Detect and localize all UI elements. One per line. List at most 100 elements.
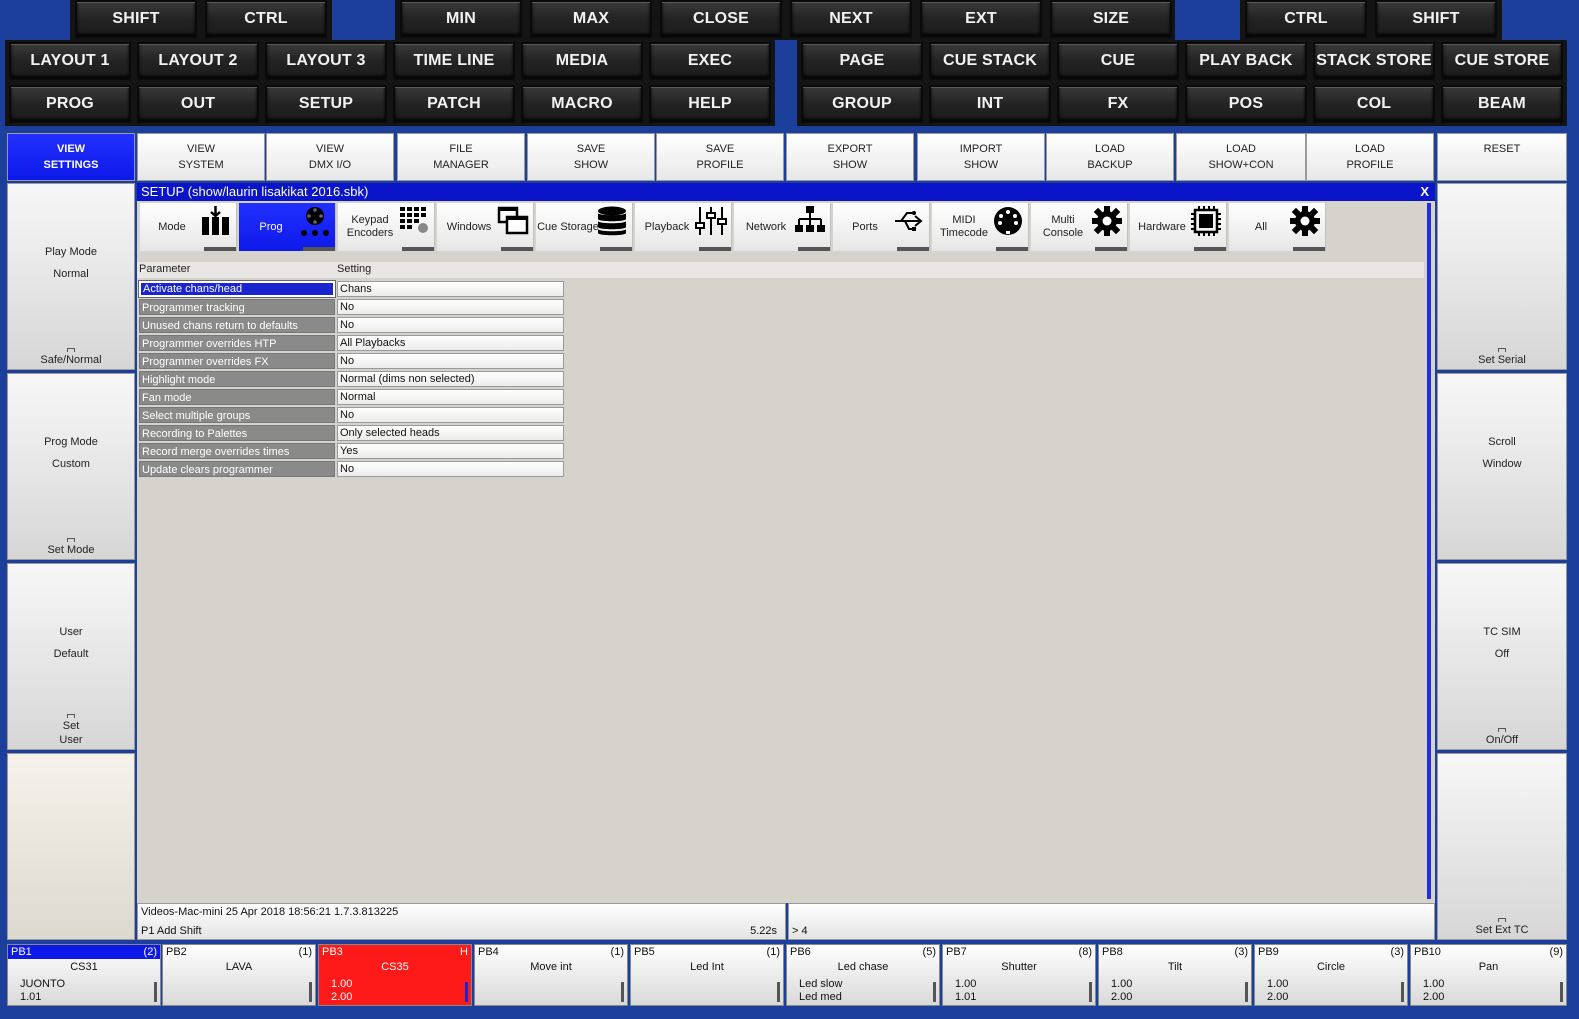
key-layout-3[interactable]: LAYOUT 3 — [265, 42, 387, 80]
playback-4[interactable]: PB4 (1) Move int — [474, 944, 628, 1006]
parameter-cell[interactable]: Record merge overrides times — [139, 443, 335, 459]
setting-value[interactable]: No — [337, 353, 564, 369]
softkey-save-profile[interactable]: SAVE PROFILE — [656, 133, 784, 181]
playback-5[interactable]: PB5 (1) Led Int — [630, 944, 784, 1006]
key-next[interactable]: NEXT — [790, 0, 912, 38]
key-shift-left[interactable]: SHIFT — [75, 0, 197, 38]
key-play-back[interactable]: PLAY BACK — [1185, 42, 1307, 80]
softkey-view-settings[interactable]: VIEW SETTINGS — [7, 133, 135, 181]
key-cue-stack[interactable]: CUE STACK — [929, 42, 1051, 80]
setting-value[interactable]: Chans — [337, 281, 564, 297]
setting-value[interactable]: Yes — [337, 443, 564, 459]
scroll-window-panel[interactable]: Scroll Window — [1437, 373, 1567, 560]
key-prog[interactable]: PROG — [9, 85, 131, 123]
softkey-reset[interactable]: RESET — [1437, 133, 1567, 181]
key-time-line[interactable]: TIME LINE — [393, 42, 515, 80]
setting-value[interactable]: Normal (dims non selected) — [337, 371, 564, 387]
setting-value[interactable]: No — [337, 407, 564, 423]
key-fx[interactable]: FX — [1057, 85, 1179, 123]
key-out[interactable]: OUT — [137, 85, 259, 123]
key-pos[interactable]: POS — [1185, 85, 1307, 123]
softkey-load-show-con[interactable]: LOAD SHOW+CON — [1176, 133, 1306, 181]
playback-9[interactable]: PB9 (3) Circle 1.00 2.00 — [1254, 944, 1408, 1006]
key-max[interactable]: MAX — [530, 0, 652, 38]
key-min[interactable]: MIN — [400, 0, 522, 38]
command-line[interactable]: > 4 — [788, 903, 1435, 940]
key-ctrl-right[interactable]: CTRL — [1245, 0, 1367, 38]
parameter-cell[interactable]: Unused chans return to defaults — [139, 317, 335, 333]
key-cue-store[interactable]: CUE STORE — [1441, 42, 1563, 80]
tab-multi-console[interactable]: Multi Console — [1031, 203, 1128, 251]
tab-hardware[interactable]: Hardware — [1130, 203, 1227, 251]
tab-cue-storage[interactable]: Cue Storage — [536, 203, 633, 251]
key-layout-1[interactable]: LAYOUT 1 — [9, 42, 131, 80]
key-beam[interactable]: BEAM — [1441, 85, 1563, 123]
close-icon[interactable]: X — [1420, 183, 1429, 201]
tab-midi-timecode[interactable]: MIDI Timecode — [932, 203, 1029, 251]
playback-1[interactable]: PB1 (2) CS31 JUONTO 1.01 — [7, 944, 161, 1006]
parameter-cell[interactable]: Programmer overrides FX — [139, 353, 335, 369]
parameter-cell[interactable]: Recording to Palettes — [139, 425, 335, 441]
key-size[interactable]: SIZE — [1050, 0, 1172, 38]
key-ctrl-left[interactable]: CTRL — [205, 0, 327, 38]
setting-value[interactable]: No — [337, 317, 564, 333]
tab-ports[interactable]: Ports — [833, 203, 930, 251]
serial-panel[interactable]: Set Serial — [1437, 183, 1567, 370]
play-mode-panel[interactable]: Play Mode Normal Safe/Normal — [7, 183, 135, 370]
softkey-save-show[interactable]: SAVE SHOW — [527, 133, 655, 181]
playback-2[interactable]: PB2 (1) LAVA — [162, 944, 316, 1006]
setting-value[interactable]: No — [337, 299, 564, 315]
setting-value[interactable]: Normal — [337, 389, 564, 405]
softkey-file-manager[interactable]: FILE MANAGER — [397, 133, 525, 181]
setting-value[interactable]: Only selected heads — [337, 425, 564, 441]
playback-3[interactable]: PB3 H CS35 1.00 2.00 — [318, 944, 472, 1006]
key-setup[interactable]: SETUP — [265, 85, 387, 123]
key-stack-store[interactable]: STACK STORE — [1313, 42, 1435, 80]
tc-sim-panel[interactable]: TC SIM Off On/Off — [1437, 563, 1567, 750]
softkey-view-system[interactable]: VIEW SYSTEM — [137, 133, 265, 181]
parameter-cell[interactable]: Programmer tracking — [139, 299, 335, 315]
key-page[interactable]: PAGE — [801, 42, 923, 80]
tab-mode[interactable]: Mode — [140, 203, 237, 251]
softkey-export-show[interactable]: EXPORT SHOW — [786, 133, 914, 181]
key-exec[interactable]: EXEC — [649, 42, 771, 80]
key-col[interactable]: COL — [1313, 85, 1435, 123]
key-close[interactable]: CLOSE — [660, 0, 782, 38]
playback-8[interactable]: PB8 (3) Tilt 1.00 2.00 — [1098, 944, 1252, 1006]
user-panel[interactable]: User Default Set User — [7, 563, 135, 750]
setting-value[interactable]: No — [337, 461, 564, 477]
tab-windows[interactable]: Windows — [437, 203, 534, 251]
tab-keypad-encoders[interactable]: Keypad Encoders — [338, 203, 435, 251]
key-cue[interactable]: CUE — [1057, 42, 1179, 80]
tab-all[interactable]: All — [1229, 203, 1326, 251]
key-shift-right[interactable]: SHIFT — [1375, 0, 1497, 38]
tab-playback[interactable]: Playback — [635, 203, 732, 251]
softkey-view-dmx-io[interactable]: VIEW DMX I/O — [266, 133, 394, 181]
key-group[interactable]: GROUP — [801, 85, 923, 123]
key-macro[interactable]: MACRO — [521, 85, 643, 123]
softkey-load-backup[interactable]: LOAD BACKUP — [1046, 133, 1174, 181]
playback-7[interactable]: PB7 (8) Shutter 1.00 1.01 — [942, 944, 1096, 1006]
parameter-cell[interactable]: Activate chans/head — [138, 280, 336, 298]
key-patch[interactable]: PATCH — [393, 85, 515, 123]
ext-tc-panel[interactable]: Set Ext TC — [1437, 753, 1567, 940]
key-help[interactable]: HELP — [649, 85, 771, 123]
softkey-import-show[interactable]: IMPORT SHOW — [917, 133, 1045, 181]
playback-10[interactable]: PB10 (9) Pan 1.00 2.00 — [1410, 944, 1567, 1006]
key-media[interactable]: MEDIA — [521, 42, 643, 80]
window-scrollbar[interactable] — [1427, 203, 1431, 899]
parameter-cell[interactable]: Select multiple groups — [139, 407, 335, 423]
key-ext[interactable]: EXT — [920, 0, 1042, 38]
prog-mode-panel[interactable]: Prog Mode Custom Set Mode — [7, 373, 135, 560]
setting-value[interactable]: All Playbacks — [337, 335, 564, 351]
key-int[interactable]: INT — [929, 85, 1051, 123]
parameter-cell[interactable]: Fan mode — [139, 389, 335, 405]
softkey-load-profile[interactable]: LOAD PROFILE — [1306, 133, 1434, 181]
key-layout-2[interactable]: LAYOUT 2 — [137, 42, 259, 80]
parameter-cell[interactable]: Programmer overrides HTP — [139, 335, 335, 351]
tab-network[interactable]: Network — [734, 203, 831, 251]
tab-prog[interactable]: Prog — [239, 203, 336, 251]
playback-6[interactable]: PB6 (5) Led chase Led slow Led med — [786, 944, 940, 1006]
parameter-cell[interactable]: Update clears programmer — [139, 461, 335, 477]
parameter-cell[interactable]: Highlight mode — [139, 371, 335, 387]
